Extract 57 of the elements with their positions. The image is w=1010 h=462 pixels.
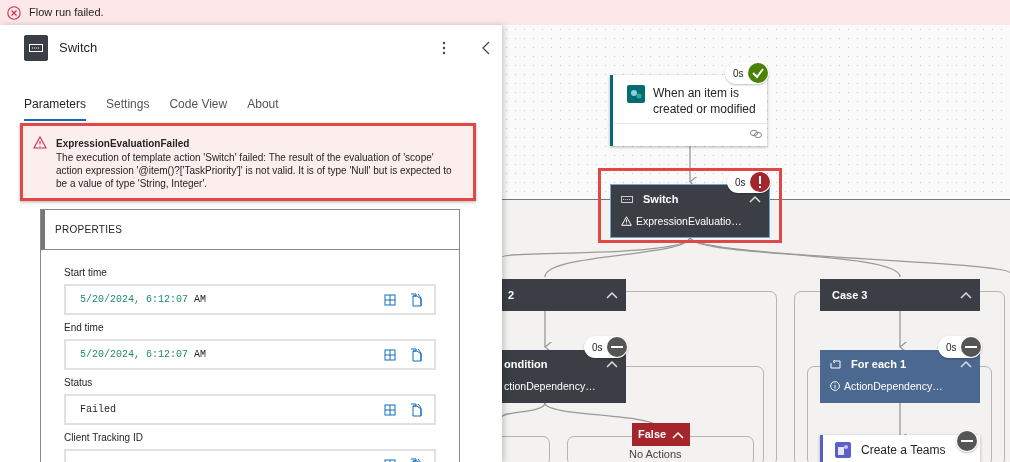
- collapse-icon[interactable]: [606, 291, 618, 299]
- loop-card[interactable]: For each 1 ActionDependency…: [820, 350, 980, 403]
- tab[interactable]: Settings: [106, 95, 150, 121]
- expand-icon[interactable]: [384, 293, 396, 306]
- field-label: Client Tracking ID: [64, 431, 144, 445]
- tab[interactable]: About: [247, 95, 279, 121]
- output-field[interactable]: 5/20/2024, 6:12:07 AM: [64, 284, 436, 315]
- keyboard-icon: [621, 195, 633, 203]
- connector-arrow: [899, 310, 908, 353]
- loop-icon: [830, 359, 841, 369]
- connector-arrow: [544, 310, 553, 353]
- collapse-icon[interactable]: [960, 291, 972, 299]
- action-title: ondition: [504, 357, 549, 372]
- case-title: Case 3: [832, 287, 869, 303]
- sharepoint-icon: [627, 85, 645, 103]
- expand-icon[interactable]: [384, 348, 396, 361]
- collapse-icon[interactable]: [749, 195, 761, 204]
- action-title: Switch: [643, 192, 680, 207]
- keyboard-icon: [29, 44, 43, 52]
- more-options-icon[interactable]: [442, 41, 446, 55]
- branch-header[interactable]: False: [632, 423, 691, 446]
- field-label: Status: [64, 376, 94, 390]
- output-field[interactable]: 5/20/2024, 6:12:07 AM: [64, 339, 436, 370]
- action-title: Create a Teams: [861, 442, 946, 459]
- duration-label: 0s: [733, 66, 744, 81]
- link-icon: [750, 130, 762, 138]
- trigger-title: When an item is created or modified: [653, 85, 757, 118]
- copy-icon[interactable]: [410, 292, 422, 307]
- case-title: 2: [508, 287, 516, 303]
- error-text: The execution of template action 'Switch' failed: The result of the evaluation of 'scope' action expression '@item()?['TaskPriority']' is not valid. It is of type 'Null' but is expected to be a value of type 'String, Integer'.: [56, 151, 453, 190]
- action-status-text: ExpressionEvaluatio…: [636, 213, 742, 229]
- case-header[interactable]: 2: [502, 279, 626, 311]
- action-status-text: ctionDependency…: [504, 378, 596, 394]
- tab[interactable]: Code View: [169, 95, 228, 121]
- error-icon: [7, 5, 21, 20]
- collapse-icon[interactable]: [606, 360, 618, 369]
- empty-branch-text: No Actions: [629, 447, 682, 462]
- collapse-icon[interactable]: [960, 360, 972, 369]
- tab[interactable]: Parameters: [24, 95, 87, 121]
- error-title: ExpressionEvaluationFailed: [56, 137, 191, 151]
- case-header[interactable]: Case 3: [820, 279, 980, 311]
- output-field[interactable]: Failed: [64, 394, 436, 425]
- action-card[interactable]: Switch ExpressionEvaluatio…: [611, 185, 769, 237]
- banner-message: Flow run failed.: [29, 5, 104, 21]
- properties-heading: PROPERTIES: [41, 210, 459, 250]
- action-card[interactable]: ondition ctionDependency…: [502, 350, 626, 403]
- copy-icon[interactable]: [410, 402, 422, 417]
- panel-title: Switch: [59, 39, 99, 58]
- collapse-panel-icon[interactable]: [482, 41, 490, 55]
- field-label: End time: [64, 321, 105, 335]
- field-label: Start time: [64, 266, 108, 280]
- action-status-text: ActionDependency…: [844, 378, 943, 394]
- action-title: For each 1: [851, 357, 908, 372]
- teams-icon: [835, 442, 851, 458]
- copy-icon[interactable]: [410, 347, 422, 362]
- warning-icon: [33, 136, 47, 149]
- expand-icon[interactable]: [384, 403, 396, 416]
